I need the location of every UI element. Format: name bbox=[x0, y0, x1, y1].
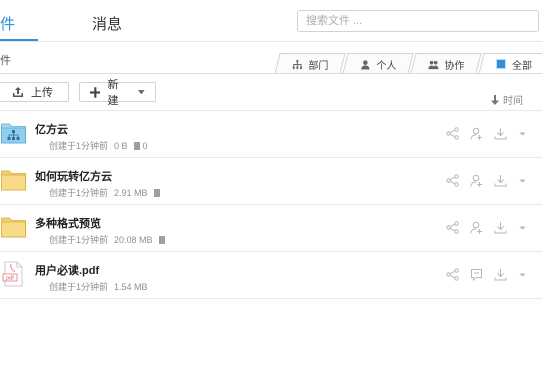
active-tab-underline bbox=[0, 39, 38, 41]
file-count-icon bbox=[133, 141, 140, 150]
pdf-badge: pdf bbox=[6, 276, 14, 282]
download-icon[interactable] bbox=[494, 127, 507, 140]
more-dropdown-icon[interactable] bbox=[518, 127, 527, 140]
share-icon[interactable] bbox=[446, 174, 459, 187]
file-meta: 创建于1分钟前 1.54 MB bbox=[49, 280, 148, 293]
created-time: 创建于1分钟前 bbox=[49, 282, 109, 292]
sort-label: 时间 bbox=[503, 96, 523, 107]
invite-collaborator-icon[interactable] bbox=[470, 174, 483, 187]
filter-tab-label: 全部 bbox=[512, 60, 532, 72]
file-meta: 创建于1分钟前 2.91 MB bbox=[49, 186, 160, 199]
share-icon[interactable] bbox=[446, 127, 459, 140]
filter-tab-personal[interactable]: 个人 bbox=[342, 53, 414, 74]
file-size: 20.08 MB bbox=[114, 234, 153, 245]
row-actions bbox=[446, 268, 527, 281]
upload-label: 上传 bbox=[31, 87, 53, 99]
filter-tab-department[interactable]: 部门 bbox=[274, 53, 346, 74]
file-count-icon bbox=[153, 188, 160, 197]
more-dropdown-icon[interactable] bbox=[518, 221, 527, 234]
download-icon[interactable] bbox=[494, 174, 507, 187]
file-count-icon bbox=[158, 235, 165, 244]
person-icon bbox=[360, 59, 370, 70]
search-input[interactable] bbox=[298, 11, 534, 31]
download-icon[interactable] bbox=[494, 221, 507, 234]
file-name[interactable]: 如何玩转亿方云 bbox=[35, 168, 112, 184]
file-name[interactable]: 亿方云 bbox=[35, 121, 68, 137]
arrow-down-icon bbox=[491, 94, 499, 105]
filter-tab-label: 协作 bbox=[444, 60, 465, 72]
folder-icon bbox=[1, 170, 26, 191]
share-icon[interactable] bbox=[446, 221, 459, 234]
file-size: 0 B bbox=[114, 140, 128, 151]
search-box[interactable] bbox=[297, 10, 539, 32]
filter-tab-label: 个人 bbox=[376, 60, 397, 72]
upload-icon bbox=[13, 87, 23, 97]
upload-button[interactable]: 上传 bbox=[0, 82, 69, 102]
download-icon[interactable] bbox=[494, 268, 507, 281]
list-bottom-divider bbox=[0, 298, 542, 299]
file-row[interactable]: 如何玩转亿方云 创建于1分钟前 2.91 MB bbox=[0, 157, 542, 205]
file-meta: 创建于1分钟前 0 B 0 bbox=[49, 139, 148, 152]
comment-icon[interactable] bbox=[470, 268, 483, 281]
breadcrumb[interactable]: 件 bbox=[0, 52, 11, 68]
file-row[interactable]: pdf 用户必读.pdf 创建于1分钟前 1.54 MB bbox=[0, 251, 542, 299]
invite-collaborator-icon[interactable] bbox=[470, 221, 483, 234]
file-size: 1.54 MB bbox=[114, 281, 148, 292]
pdf-file-icon: pdf bbox=[2, 261, 23, 287]
plus-icon bbox=[90, 86, 101, 98]
created-time: 创建于1分钟前 bbox=[49, 188, 109, 198]
file-row[interactable]: 多种格式预览 创建于1分钟前 20.08 MB bbox=[0, 204, 542, 252]
new-button[interactable]: 新建 bbox=[79, 79, 156, 107]
row-actions bbox=[446, 221, 527, 234]
sort-by-time[interactable]: 时间 bbox=[491, 92, 523, 107]
people-icon bbox=[427, 60, 438, 69]
row-actions bbox=[446, 174, 527, 187]
folder-icon bbox=[1, 217, 26, 238]
new-label: 新建 bbox=[107, 79, 119, 107]
file-name[interactable]: 用户必读.pdf bbox=[35, 262, 99, 278]
more-dropdown-icon[interactable] bbox=[518, 268, 527, 281]
share-icon[interactable] bbox=[446, 268, 459, 281]
org-chart-icon bbox=[292, 59, 302, 69]
file-size: 2.91 MB bbox=[114, 187, 148, 198]
file-name[interactable]: 多种格式预览 bbox=[35, 215, 101, 231]
filter-tab-collab[interactable]: 协作 bbox=[410, 53, 482, 74]
file-meta: 创建于1分钟前 20.08 MB bbox=[49, 233, 165, 246]
file-row[interactable]: 亿方云 创建于1分钟前 0 B 0 bbox=[0, 110, 542, 158]
file-count: 0 bbox=[142, 140, 148, 151]
row-actions bbox=[446, 127, 527, 140]
tab-files[interactable]: 件 bbox=[0, 13, 15, 34]
created-time: 创建于1分钟前 bbox=[49, 141, 109, 151]
all-square-icon bbox=[496, 59, 506, 69]
invite-collaborator-icon[interactable] bbox=[470, 127, 483, 140]
filter-divider bbox=[0, 73, 542, 74]
tab-messages[interactable]: 消息 bbox=[92, 13, 122, 34]
filter-tab-label: 部门 bbox=[308, 60, 329, 72]
created-time: 创建于1分钟前 bbox=[49, 235, 109, 245]
top-bar: 件 消息 bbox=[0, 0, 542, 42]
more-dropdown-icon[interactable] bbox=[518, 174, 527, 187]
shared-folder-icon bbox=[1, 123, 26, 144]
chevron-down-icon bbox=[138, 89, 146, 94]
filter-tab-all[interactable]: 全部 bbox=[478, 53, 542, 75]
